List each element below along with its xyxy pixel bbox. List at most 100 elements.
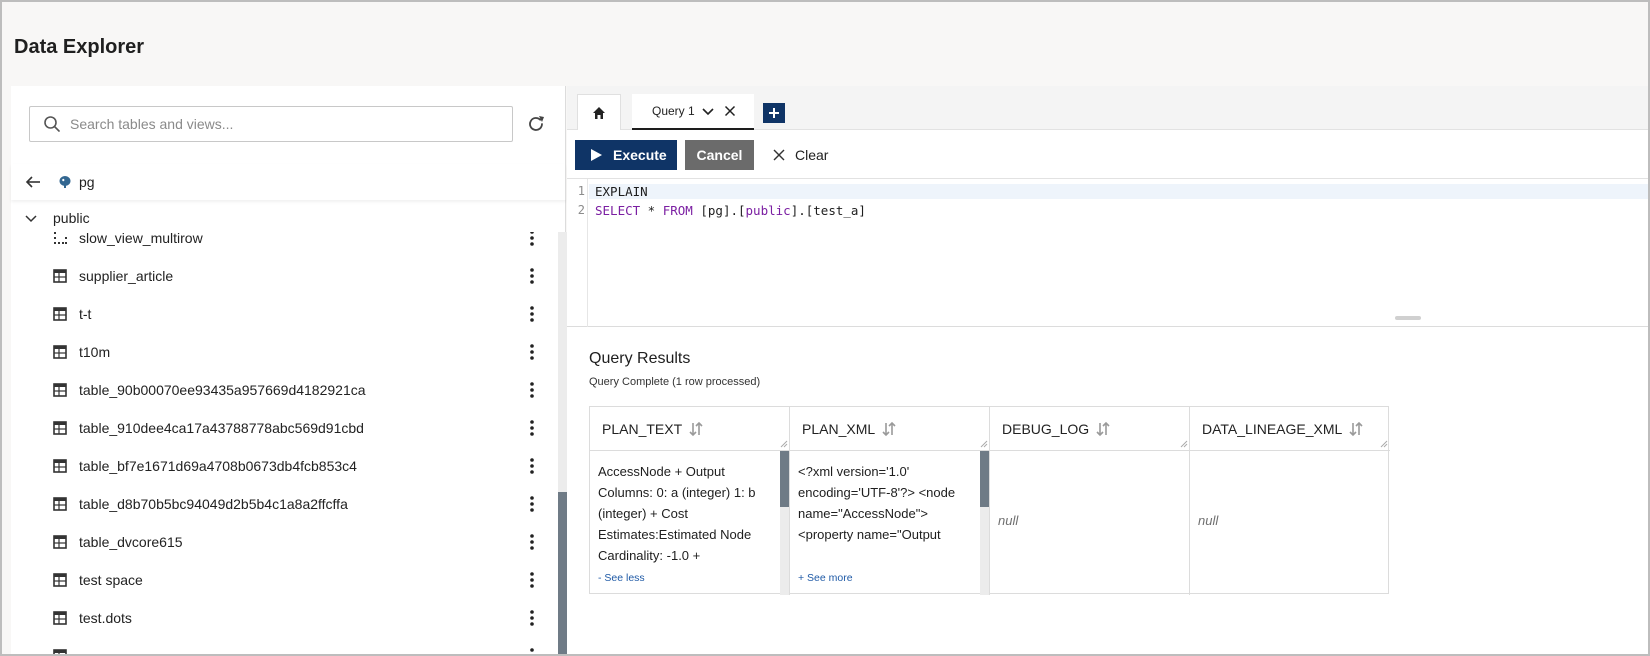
column-header[interactable]: DATA_LINEAGE_XML — [1190, 407, 1390, 451]
list-item[interactable]: table_910dee4ca17a43788778abc569d91cbd — [11, 409, 556, 447]
code-line[interactable]: SELECT * FROM [pg].[public].[test_a] — [595, 203, 866, 218]
list-item[interactable]: supplier_article — [11, 257, 556, 295]
tab-label: Query 1 — [652, 104, 695, 118]
sql-keyword: public — [745, 203, 791, 218]
resize-grip-icon[interactable] — [780, 440, 788, 448]
more-options-icon[interactable] — [526, 305, 538, 323]
back-arrow-icon[interactable] — [23, 172, 43, 192]
more-options-icon[interactable] — [526, 609, 538, 627]
list-item-label: table_d8b70b5bc94049d2b5b4c1a8a2ffcffa — [79, 496, 348, 512]
results-status: Query Complete (1 row processed) — [589, 376, 761, 388]
scrollbar-thumb[interactable] — [780, 451, 789, 507]
more-options-icon[interactable] — [526, 232, 538, 247]
schema-row-public[interactable]: public — [11, 204, 566, 232]
object-tree: slow_view_multirow supplier_article t-t t10… — [11, 232, 556, 656]
list-item-label: test space — [79, 572, 143, 588]
tab-query-1[interactable]: Query 1 — [632, 94, 754, 130]
more-options-icon[interactable] — [526, 457, 538, 475]
list-item-label: table_bf7e1671d69a4708b0673db4fcb853c4 — [79, 458, 357, 474]
more-options-icon[interactable] — [526, 267, 538, 285]
list-item-label: test.dots — [79, 610, 132, 626]
resize-grip-icon[interactable] — [980, 440, 988, 448]
scrollbar-thumb[interactable] — [980, 451, 989, 507]
chevron-down-icon[interactable] — [23, 210, 39, 226]
sql-text: [pg].[ — [692, 203, 746, 218]
more-options-icon[interactable] — [526, 571, 538, 589]
resize-grip-icon[interactable] — [1380, 440, 1388, 448]
sort-icon[interactable] — [1348, 421, 1364, 437]
table-icon — [53, 611, 67, 625]
play-icon — [591, 149, 602, 161]
more-options-icon[interactable] — [526, 495, 538, 513]
list-item[interactable]: test space — [11, 561, 556, 599]
list-item-label: slow_view_multirow — [79, 232, 203, 246]
table-icon — [53, 307, 67, 321]
column-header-label: PLAN_TEXT — [602, 420, 683, 437]
list-item[interactable]: slow_view_multirow — [11, 232, 556, 257]
column-header[interactable]: DEBUG_LOG — [990, 407, 1190, 451]
line-number: 1 — [577, 184, 585, 198]
table-icon — [53, 459, 67, 473]
cancel-button[interactable]: Cancel — [685, 140, 754, 170]
list-item[interactable]: t10m — [11, 333, 556, 371]
more-options-icon[interactable] — [526, 343, 538, 361]
see-less-link[interactable]: - See less — [598, 572, 645, 584]
column-header-label: DEBUG_LOG — [1002, 420, 1090, 437]
execute-label: Execute — [613, 147, 667, 163]
line-gutter: 1 2 — [567, 179, 588, 327]
table-icon — [53, 269, 67, 283]
column-header-label: DATA_LINEAGE_XML — [1202, 420, 1343, 437]
list-item-label: t-t — [79, 306, 92, 322]
close-icon — [773, 149, 785, 161]
search-box[interactable] — [29, 106, 513, 142]
cell-value: AccessNode + Output Columns: 0: a (integ… — [598, 464, 756, 563]
column-debug-log: DEBUG_LOG null — [990, 407, 1190, 595]
schema-name: public — [53, 210, 90, 226]
more-options-icon[interactable] — [526, 381, 538, 399]
more-options-icon[interactable] — [526, 647, 538, 656]
sort-icon[interactable] — [881, 421, 897, 437]
sql-text: ].[test_a] — [790, 203, 866, 218]
sort-icon[interactable] — [1095, 421, 1111, 437]
app-window: Data Explorer pg — [0, 0, 1650, 656]
sort-icon[interactable] — [688, 421, 704, 437]
results-grid: PLAN_TEXT AccessNode + Output Columns: 0… — [589, 406, 1390, 595]
execute-button[interactable]: Execute — [575, 140, 677, 170]
resize-grip-icon[interactable] — [1180, 440, 1188, 448]
cell-scrollbar[interactable] — [980, 451, 989, 595]
sql-keyword: FROM — [662, 203, 693, 218]
refresh-icon[interactable] — [525, 113, 547, 135]
list-item[interactable]: table_90b00070ee93435a957669d4182921ca — [11, 371, 556, 409]
search-input[interactable] — [70, 116, 500, 132]
close-icon[interactable] — [723, 104, 737, 118]
chevron-down-icon[interactable] — [701, 104, 715, 118]
database-name[interactable]: pg — [79, 174, 95, 190]
table-icon — [53, 535, 67, 549]
sidebar-scrollbar[interactable] — [558, 232, 567, 654]
list-item[interactable] — [11, 637, 556, 656]
list-item-label: supplier_article — [79, 268, 174, 284]
search-icon — [44, 116, 60, 132]
sql-editor[interactable]: 1 2 EXPLAIN SELECT * FROM [pg].[public].… — [567, 179, 1648, 327]
list-item[interactable]: table_d8b70b5bc94049d2b5b4c1a8a2ffcffa — [11, 485, 556, 523]
cell-scrollbar[interactable] — [780, 451, 789, 595]
table-cell: null — [990, 451, 1190, 595]
tab-home[interactable] — [577, 94, 621, 130]
tab-bar: Query 1 — [567, 86, 1648, 130]
clear-button[interactable]: Clear — [767, 140, 837, 170]
more-options-icon[interactable] — [526, 533, 538, 551]
add-tab-button[interactable] — [763, 103, 785, 123]
list-item[interactable]: test.dots — [11, 599, 556, 637]
list-item[interactable]: table_dvcore615 — [11, 523, 556, 561]
more-options-icon[interactable] — [526, 419, 538, 437]
query-toolbar: Execute Cancel Clear — [567, 130, 1648, 179]
column-header[interactable]: PLAN_TEXT — [590, 407, 790, 451]
column-header[interactable]: PLAN_XML — [790, 407, 990, 451]
see-more-link[interactable]: + See more — [798, 572, 853, 584]
editor-resize-handle[interactable] — [1395, 316, 1421, 320]
list-item[interactable]: t-t — [11, 295, 556, 333]
code-line[interactable]: EXPLAIN — [589, 184, 1648, 199]
list-item[interactable]: table_bf7e1671d69a4708b0673db4fcb853c4 — [11, 447, 556, 485]
scrollbar-thumb[interactable] — [558, 492, 567, 654]
plus-icon — [769, 108, 779, 118]
